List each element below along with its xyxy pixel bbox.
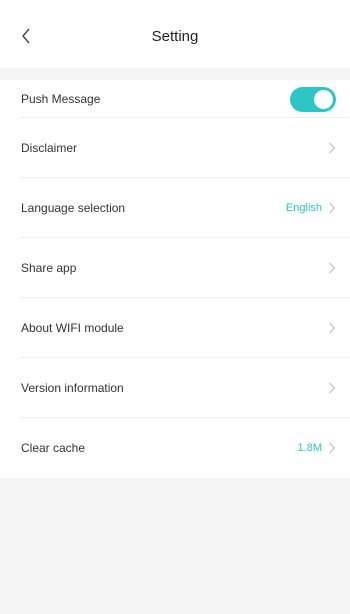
share-app-label: Share app [21, 261, 77, 275]
page-title: Setting [151, 28, 199, 45]
chevron-right-icon [329, 202, 336, 214]
settings-row-clear-cache[interactable]: Clear cache 1.8M [0, 418, 350, 478]
navigation-bar: Setting [0, 0, 350, 68]
settings-screen: Setting Push Message Disclaimer Language… [0, 0, 350, 614]
clear-cache-label: Clear cache [21, 441, 86, 455]
language-value: English [285, 202, 322, 214]
chevron-right-icon [329, 142, 336, 154]
language-label: Language selection [21, 201, 126, 215]
settings-row-share-app[interactable]: Share app [0, 238, 350, 298]
chevron-right-icon [329, 382, 336, 394]
version-label: Version information [21, 381, 124, 395]
wifi-module-label: About WIFI module [21, 321, 124, 335]
settings-row-wifi-module[interactable]: About WIFI module [0, 298, 350, 358]
chevron-right-icon [329, 442, 336, 454]
push-message-toggle[interactable] [290, 86, 336, 112]
disclaimer-label: Disclaimer [21, 141, 78, 155]
settings-row-push-message: Push Message [0, 80, 350, 118]
settings-row-version[interactable]: Version information [0, 358, 350, 418]
chevron-right-icon [329, 262, 336, 274]
cache-size-value: 1.8M [297, 442, 322, 454]
push-message-label: Push Message [21, 92, 101, 106]
settings-row-disclaimer[interactable]: Disclaimer [0, 118, 350, 178]
settings-list: Push Message Disclaimer Language selecti… [0, 80, 350, 478]
chevron-right-icon [329, 322, 336, 334]
toggle-knob [314, 89, 333, 109]
settings-row-language[interactable]: Language selection English [0, 178, 350, 238]
